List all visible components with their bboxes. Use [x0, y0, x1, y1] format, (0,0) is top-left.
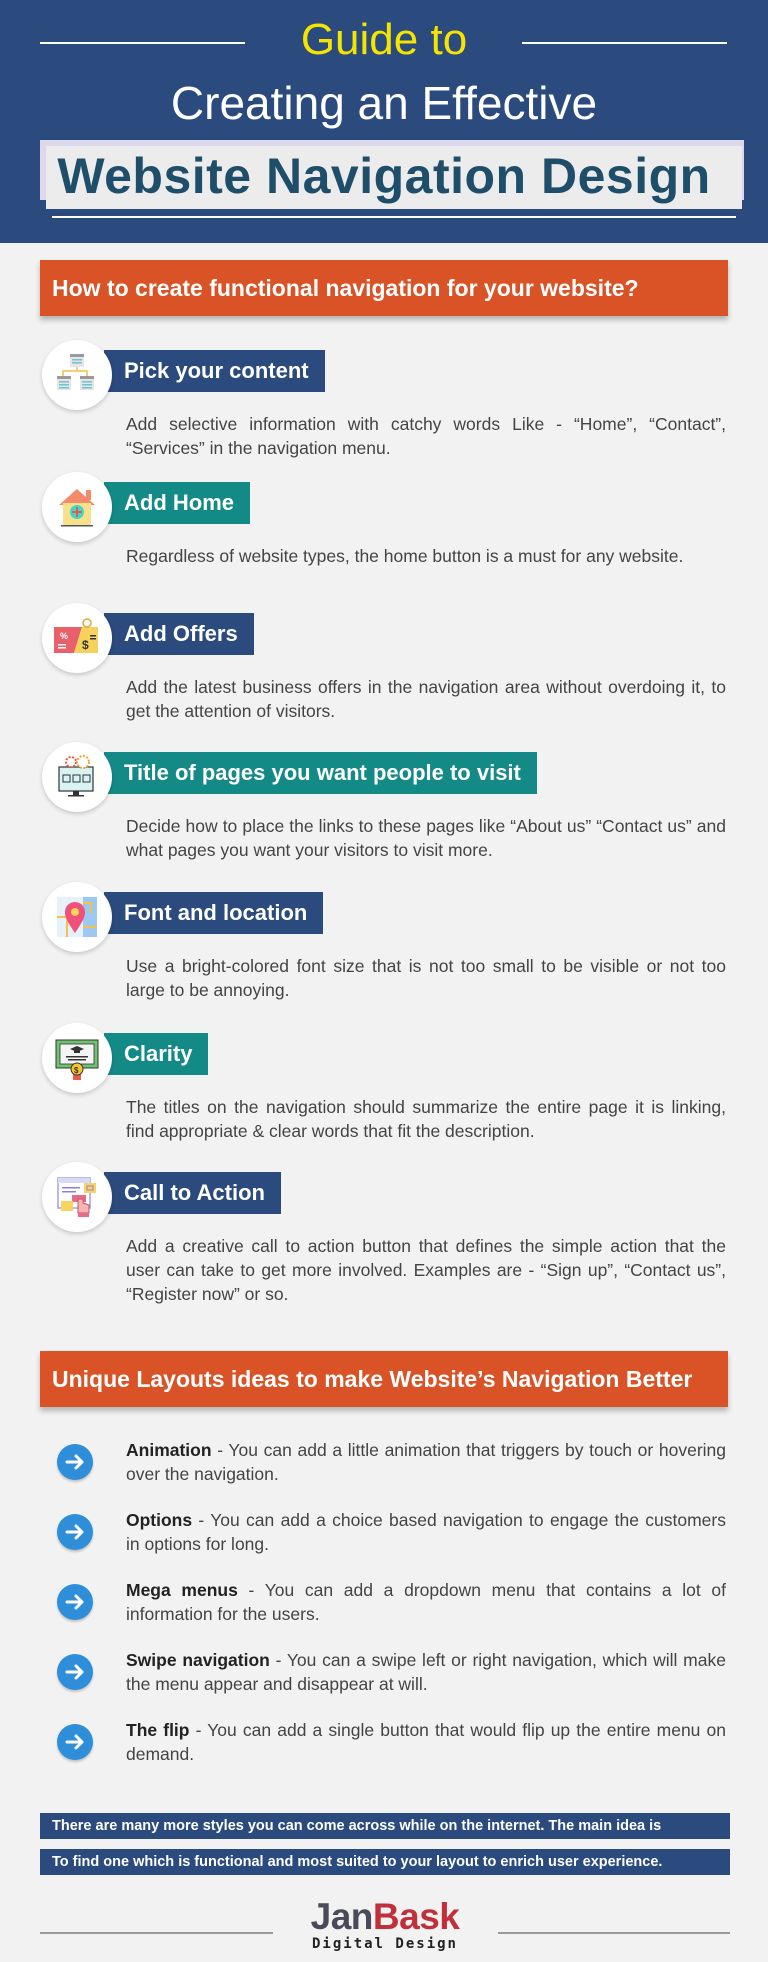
janbask-logo: JanBask Digital Design: [300, 1896, 470, 1953]
idea-title: Mega menus: [126, 1580, 238, 1600]
header-underline: [52, 216, 736, 218]
step-title: Clarity: [104, 1033, 209, 1075]
step-title: Call to Action: [104, 1172, 281, 1214]
idea-text: Swipe navigation - You can a swipe left …: [126, 1648, 726, 1696]
idea-title: The flip: [126, 1720, 190, 1740]
idea-title: Animation: [126, 1440, 212, 1460]
step-description: Use a bright-colored font size that is n…: [126, 956, 726, 1000]
arrow-right-icon: [57, 1514, 93, 1550]
arrow-right-icon: [57, 1724, 93, 1760]
logo-jan: Jan: [310, 1896, 374, 1937]
section1-banner: How to create functional navigation for …: [40, 260, 728, 316]
sitemap-icon: [42, 340, 112, 410]
svg-text:$: $: [74, 1066, 79, 1075]
step-description: Regardless of website types, the home bu…: [126, 546, 684, 566]
header-subtitle: Creating an Effective: [170, 77, 598, 129]
step-title: Font and location: [104, 892, 324, 934]
logo-bask: Bask: [372, 1896, 460, 1937]
idea-text: Animation - You can add a little animati…: [126, 1438, 726, 1486]
step-description: The titles on the navigation should summ…: [126, 1097, 726, 1141]
logo-subtitle: Digital Design: [311, 1936, 458, 1952]
step-description: Add the latest business offers in the na…: [126, 677, 726, 721]
arrow-right-icon: [57, 1584, 93, 1620]
arrow-right-icon: [57, 1654, 93, 1690]
step-description: Add selective information with catchy wo…: [126, 414, 726, 458]
idea-title: Swipe navigation: [126, 1650, 270, 1670]
idea-title: Options: [126, 1510, 193, 1530]
section2-banner: Unique Layouts ideas to make Website’s N…: [40, 1351, 728, 1407]
idea-text: Mega menus - You can add a dropdown menu…: [126, 1578, 726, 1626]
idea-description: - You can add a little animation that tr…: [126, 1440, 726, 1484]
svg-text:%: %: [60, 631, 68, 641]
step-title: Title of pages you want people to visit: [104, 752, 537, 794]
click-action-icon: [42, 1162, 112, 1232]
header-guide-to: Guide to: [300, 15, 468, 64]
step-title: Pick your content: [104, 350, 325, 392]
footer-note-line2: To find one which is functional and most…: [40, 1849, 730, 1875]
map-pin-icon: [42, 882, 112, 952]
certificate-icon: $: [42, 1023, 112, 1093]
page-title: Website Navigation Design: [57, 148, 711, 204]
header: Guide to Creating an Effective Website N…: [0, 0, 768, 243]
svg-text:$: $: [82, 638, 89, 652]
step-description: Decide how to place the links to these p…: [126, 816, 726, 860]
offer-ticket-icon: % $: [42, 603, 112, 673]
step-title: Add Home: [104, 482, 250, 524]
idea-text: The flip - You can add a single button t…: [126, 1718, 726, 1766]
monitor-gears-icon: [42, 742, 112, 812]
footer-divider-right: [498, 1932, 730, 1934]
step-title: Add Offers: [104, 613, 254, 655]
arrow-right-icon: [57, 1444, 93, 1480]
step-description: Add a creative call to action button tha…: [126, 1236, 726, 1304]
idea-text: Options - You can add a choice based nav…: [126, 1508, 726, 1556]
footer-note-line1: There are many more styles you can come …: [40, 1813, 730, 1839]
idea-description: - You can add a choice based navigation …: [126, 1510, 726, 1554]
home-add-icon: [42, 472, 112, 542]
idea-description: - You can add a single button that would…: [126, 1720, 727, 1764]
footer-divider-left: [40, 1932, 273, 1934]
